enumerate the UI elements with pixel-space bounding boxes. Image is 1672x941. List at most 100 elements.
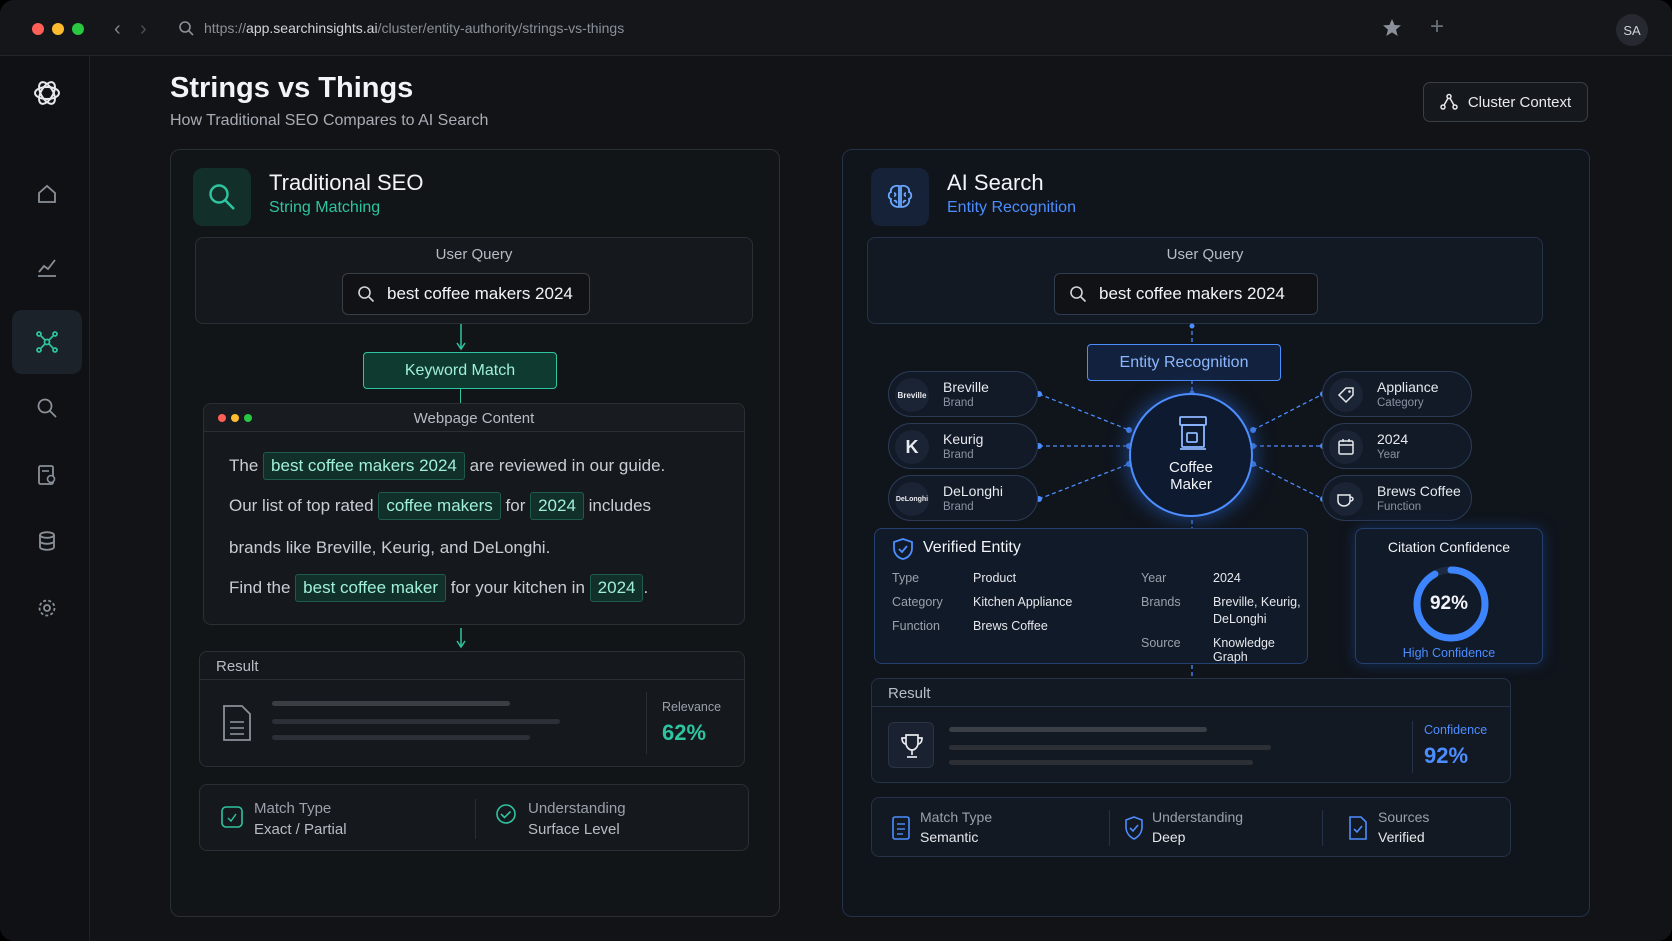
verified-entity-card: Verified Entity Type Product Category Ki…: [874, 528, 1308, 664]
placeholder-bar: [949, 745, 1271, 750]
left-footer: Match Type Exact / Partial Understanding…: [199, 784, 749, 851]
relevance-label: Relevance: [662, 700, 722, 714]
content-line: The best coffee makers 2024 are reviewed…: [229, 452, 665, 480]
kv-value: Knowledge Graph: [1213, 636, 1275, 664]
entity-name: DeLonghi: [943, 483, 1003, 499]
coffee-maker-entity-node[interactable]: Coffee Maker: [1129, 393, 1253, 517]
coffee-maker-icon: [1179, 416, 1207, 450]
search-icon: [193, 168, 251, 226]
verified-source-icon: [1349, 816, 1367, 840]
home-icon[interactable]: [22, 169, 72, 219]
citation-title: Citation Confidence: [1387, 539, 1511, 555]
entity-chip-keurig[interactable]: K Keurig Brand: [888, 423, 1038, 469]
entity-type: Brand: [943, 449, 974, 461]
footer-label: Understanding: [528, 800, 626, 817]
address-bar[interactable]: https://app.searchinsights.ai/cluster/en…: [178, 10, 1628, 46]
verified-entity-title: Verified Entity: [923, 539, 1021, 556]
placeholder-bar: [272, 701, 510, 706]
placeholder-bar: [949, 760, 1253, 765]
maximize-window-button[interactable]: [72, 23, 84, 35]
url-prefix: https://: [204, 20, 247, 36]
back-icon[interactable]: ‹: [114, 18, 121, 41]
coffee-cup-icon: [1329, 482, 1363, 516]
traditional-seo-panel: Traditional SEO String Matching User Que…: [170, 149, 780, 917]
footer-value: Exact / Partial: [254, 821, 347, 838]
logo-icon[interactable]: [22, 68, 72, 118]
breville-logo: Breville: [895, 378, 929, 412]
keyword-highlight: best coffee makers 2024: [263, 452, 465, 480]
placeholder-bar: [272, 719, 560, 724]
citation-confidence-card: Citation Confidence 92% High Confidence: [1355, 528, 1543, 664]
cluster-context-button[interactable]: Cluster Context: [1423, 82, 1588, 122]
right-footer: Match Type Semantic Understanding Deep S…: [871, 797, 1511, 857]
result-header: Result: [200, 652, 744, 680]
entity-chip-function[interactable]: Brews Coffee Function: [1322, 475, 1472, 521]
footer-label: Match Type: [920, 809, 993, 825]
page-title: Strings vs Things: [170, 72, 414, 104]
result-header: Result: [872, 679, 1510, 707]
divider: [646, 692, 647, 754]
star-icon[interactable]: [1382, 18, 1402, 38]
search-input[interactable]: best coffee makers 2024: [342, 273, 590, 315]
search-icon[interactable]: [22, 383, 72, 433]
forward-icon[interactable]: ›: [140, 18, 147, 41]
app-window: ‹ › https://app.searchinsights.ai/cluste…: [0, 0, 1672, 941]
avatar[interactable]: SA: [1616, 14, 1648, 46]
shield-check-icon: [1125, 816, 1143, 840]
document-icon: [892, 816, 910, 840]
entity-recognition-badge: Entity Recognition: [1087, 344, 1281, 381]
close-window-button[interactable]: [32, 23, 44, 35]
footer-label: Sources: [1378, 809, 1430, 825]
match-type-icon: [221, 806, 243, 828]
divider: [1109, 810, 1110, 846]
url-path: /cluster/entity-authority/strings-vs-thi…: [377, 20, 625, 36]
footer-value: Deep: [1152, 829, 1186, 845]
main-content: Strings vs Things How Traditional SEO Co…: [90, 56, 1672, 941]
new-tab-icon[interactable]: +: [1430, 13, 1444, 41]
user-query-label: User Query: [435, 246, 513, 263]
calendar-icon: [1329, 430, 1363, 464]
minimize-window-button[interactable]: [52, 23, 64, 35]
keyword-highlight: 2024: [589, 574, 644, 602]
coffee-maker-label: Coffee Maker: [1169, 459, 1213, 493]
cluster-context-label: Cluster Context: [1467, 93, 1572, 111]
panel-subtitle: String Matching: [269, 199, 381, 216]
kv-value: Breville, Keurig,: [1213, 595, 1301, 609]
kv-key: Type: [892, 571, 920, 585]
kv-value: DeLonghi: [1213, 612, 1267, 626]
entity-chip-year[interactable]: 2024 Year: [1322, 423, 1472, 469]
network-icon[interactable]: [12, 310, 82, 374]
keyword-match-badge: Keyword Match: [363, 352, 557, 389]
entity-type: Brand: [943, 501, 974, 513]
entity-name: 2024: [1377, 431, 1409, 447]
kv-key: Category: [892, 595, 943, 609]
chart-icon[interactable]: [22, 242, 72, 292]
keurig-logo: K: [895, 430, 929, 464]
entity-chip-breville[interactable]: Breville Breville Brand: [888, 371, 1038, 417]
gear-icon[interactable]: [22, 583, 72, 633]
database-icon[interactable]: [22, 516, 72, 566]
result-box: Result Relevance 62%: [199, 651, 745, 767]
keyword-highlight: coffee makers: [378, 492, 501, 520]
kv-key: Year: [1141, 571, 1167, 585]
url-host: app.searchinsights.ai: [246, 20, 378, 36]
entity-type: Brand: [943, 397, 974, 409]
search-icon: [179, 21, 194, 36]
kv-value: Brews Coffee: [973, 619, 1048, 633]
keyword-highlight: best coffee maker: [295, 574, 446, 602]
result-label: Result: [216, 658, 259, 675]
entity-name: Keurig: [943, 431, 984, 447]
citation-value: 92%: [1429, 593, 1469, 614]
entity-chip-appliance[interactable]: Appliance Category: [1322, 371, 1472, 417]
report-icon[interactable]: [22, 450, 72, 500]
entity-chip-delonghi[interactable]: DeLonghi DeLonghi Brand: [888, 475, 1038, 521]
content-line: Find the best coffee maker for your kitc…: [229, 574, 648, 602]
sidebar: [0, 56, 90, 941]
shield-check-icon: [893, 538, 913, 560]
network-icon: [1440, 93, 1458, 110]
entity-type: Function: [1377, 501, 1422, 513]
result-box: Result Confidence 92%: [871, 678, 1511, 783]
connector-line: [460, 389, 461, 403]
divider: [475, 799, 476, 839]
kv-key: Function: [892, 619, 940, 633]
